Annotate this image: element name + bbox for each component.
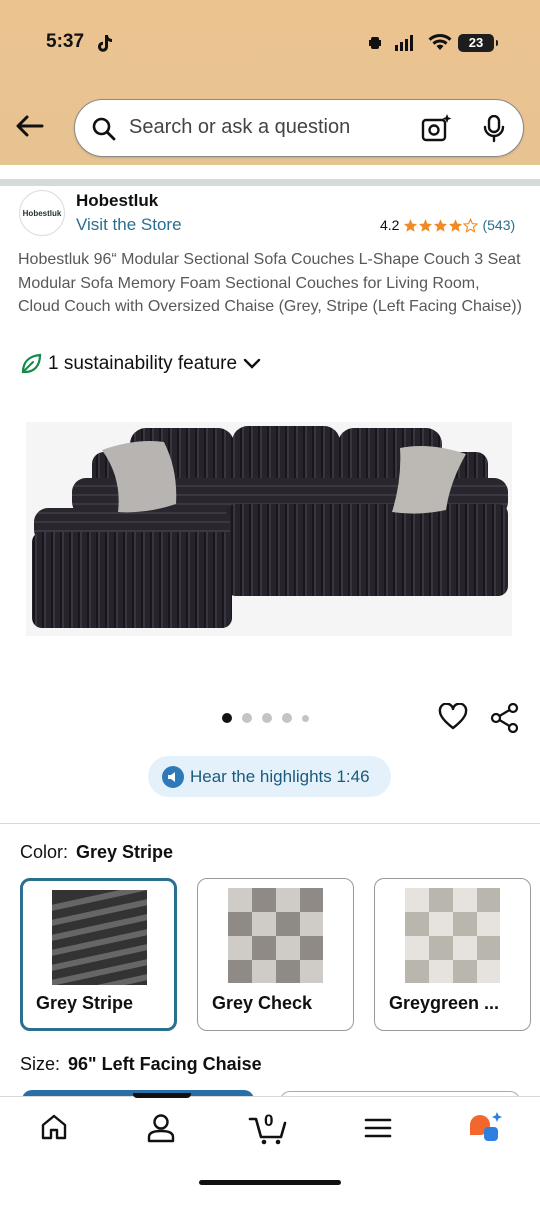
product-rating[interactable]: 4.2 (543) [380,217,515,233]
star-full-icon [419,218,433,232]
swatch-image-greygreen [405,888,500,983]
rating-value: 4.2 [380,217,400,233]
search-placeholder: Search or ask a question [129,116,351,138]
review-count: (543) [482,217,516,233]
product-title: Hobestluk 96“ Modular Sectional Sofa Cou… [18,251,522,315]
wifi-icon [428,34,452,50]
chevron-down-icon [243,358,261,369]
carousel-dot[interactable] [242,713,252,723]
dynamic-island-icon [369,35,413,51]
swatch-image-grey-check [228,888,323,983]
share-icon[interactable] [490,703,520,733]
selected-color: Grey Stripe [76,842,174,862]
header: 5:37 23 Search or ask a question [0,0,540,165]
tiktok-icon [98,35,112,52]
section-divider [0,823,540,824]
carousel-dot[interactable] [262,713,272,723]
product-image[interactable] [26,422,512,636]
section-divider [0,179,540,186]
carousel-dot[interactable] [222,713,232,723]
color-selector-label: Color: Grey Stripe [20,842,173,863]
sustainability-feature[interactable]: 1 sustainability feature [20,353,261,375]
brand-name: Hobestluk [76,191,159,210]
color-option-greygreen[interactable]: Greygreen ... [374,878,531,1031]
swatch-image-grey-stripe [52,890,147,985]
home-indicator [199,1180,341,1185]
swatch-label: Grey Check [212,993,313,1013]
microphone-icon[interactable] [483,115,505,143]
cart-button[interactable]: 0 [248,1111,290,1145]
carousel-dot[interactable] [282,713,292,723]
hear-highlights-button[interactable]: Hear the highlights 1:46 [148,756,391,797]
back-arrow-icon[interactable] [14,112,44,140]
selected-size: 96" Left Facing Chaise [68,1054,262,1074]
speaker-icon [162,765,184,788]
star-full-icon [449,218,463,232]
sustainability-label: 1 sustainability feature [48,353,238,374]
battery-indicator: 23 [458,34,498,52]
swatch-label: Grey Stripe [36,993,134,1013]
swatch-label: Greygreen ... [389,993,500,1013]
color-option-grey-check[interactable]: Grey Check [197,878,354,1031]
store-logo[interactable]: Hobestluk [19,190,65,236]
home-icon[interactable] [40,1113,68,1141]
star-empty-icon [463,217,479,233]
color-option-grey-stripe[interactable]: Grey Stripe [20,878,177,1031]
account-icon[interactable] [146,1113,176,1143]
cart-count: 0 [264,1111,274,1130]
status-time: 5:37 [46,31,85,52]
size-label: Size: [20,1054,61,1074]
carousel-dot[interactable] [302,714,309,722]
visit-store-link[interactable]: Visit the Store [76,215,182,235]
search-icon [92,117,116,141]
menu-icon[interactable] [364,1117,392,1139]
rufus-assistant-icon[interactable] [466,1111,504,1143]
star-full-icon [404,218,418,232]
highlights-label: Hear the highlights 1:46 [190,766,370,786]
size-selector-label: Size: 96" Left Facing Chaise [20,1054,262,1075]
status-bar: 5:37 23 [0,0,540,86]
leaf-icon [21,353,42,374]
star-full-icon [434,218,448,232]
camera-search-icon[interactable] [421,114,453,144]
active-tab-indicator [133,1093,191,1098]
color-label: Color: [20,842,69,862]
rating-stars [403,217,479,233]
bottom-nav: 0 [0,1093,540,1205]
heart-icon[interactable] [438,703,468,731]
search-bar[interactable]: Search or ask a question [74,99,524,157]
image-carousel-dots[interactable] [222,713,319,723]
